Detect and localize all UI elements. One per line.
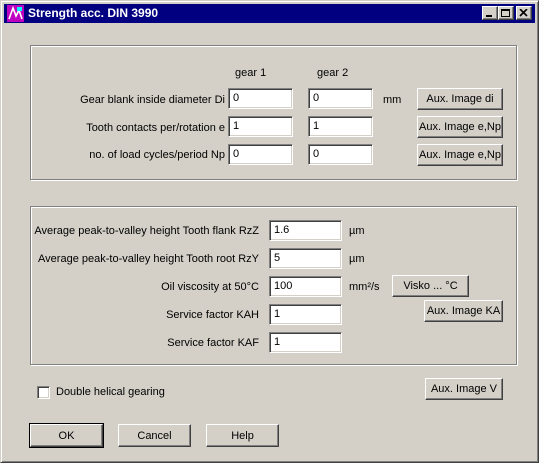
close-button[interactable]: [516, 6, 532, 20]
inside-diameter-label: Gear blank inside diameter Di: [80, 94, 225, 106]
load-cycles-label: no. of load cycles/period Np: [89, 149, 225, 161]
help-button[interactable]: Help: [206, 424, 279, 447]
tooth-contacts-label: Tooth contacts per/rotation e: [86, 122, 225, 134]
aux-image-v-button[interactable]: Aux. Image V: [425, 378, 503, 400]
rz-root-input[interactable]: 5: [269, 248, 342, 269]
aux-image-e-np-button-2[interactable]: Aux. Image e,Np: [417, 144, 503, 166]
inside-diameter-gear1-input[interactable]: 0: [228, 88, 293, 109]
rz-flank-label: Average peak-to-valley height Tooth flan…: [34, 225, 259, 237]
title-bar[interactable]: Strength acc. DIN 3990: [4, 4, 535, 23]
load-cycles-gear2-input[interactable]: 0: [308, 144, 373, 165]
app-icon: [7, 5, 24, 22]
service-factor-kaf-label: Service factor KAF: [167, 337, 259, 349]
service-factor-kah-label: Service factor KAH: [166, 309, 259, 321]
inside-diameter-unit: mm: [383, 94, 402, 106]
rz-flank-input[interactable]: 1.6: [269, 220, 342, 241]
maximize-icon: [501, 9, 510, 17]
window-title: Strength acc. DIN 3990: [28, 6, 159, 20]
aux-image-di-button[interactable]: Aux. Image di: [417, 88, 503, 110]
aux-image-e-np-button[interactable]: Aux. Image e,Np: [417, 116, 503, 138]
visko-button[interactable]: Visko ... °C: [392, 275, 469, 297]
aux-image-ka-button[interactable]: Aux. Image KA: [424, 300, 503, 322]
oil-viscosity-label: Oil viscosity at 50°C: [161, 281, 259, 293]
rz-root-unit: µm: [349, 253, 365, 265]
double-helical-checkbox[interactable]: [37, 386, 50, 399]
rz-flank-unit: µm: [349, 225, 365, 237]
minimize-icon: [486, 15, 492, 17]
service-factor-kaf-input[interactable]: 1: [269, 332, 342, 353]
maximize-button[interactable]: [498, 6, 514, 20]
rz-root-label: Average peak-to-valley height Tooth root…: [38, 253, 259, 265]
gear1-column-header: gear 1: [235, 67, 267, 79]
minimize-button[interactable]: [482, 6, 498, 20]
oil-viscosity-unit: mm²/s: [349, 281, 380, 293]
double-helical-label[interactable]: Double helical gearing: [56, 386, 165, 398]
service-factor-kah-input[interactable]: 1: [269, 304, 342, 325]
tooth-contacts-gear1-input[interactable]: 1: [228, 116, 293, 137]
load-cycles-gear1-input[interactable]: 0: [228, 144, 293, 165]
dialog-window: Strength acc. DIN 3990 gear 1 gear 2 Gea…: [0, 0, 539, 463]
close-icon: [519, 9, 528, 17]
cancel-button[interactable]: Cancel: [118, 424, 191, 447]
ok-button[interactable]: OK: [29, 423, 104, 448]
tooth-contacts-gear2-input[interactable]: 1: [308, 116, 373, 137]
oil-viscosity-input[interactable]: 100: [269, 276, 342, 297]
gear2-column-header: gear 2: [317, 67, 349, 79]
inside-diameter-gear2-input[interactable]: 0: [308, 88, 373, 109]
